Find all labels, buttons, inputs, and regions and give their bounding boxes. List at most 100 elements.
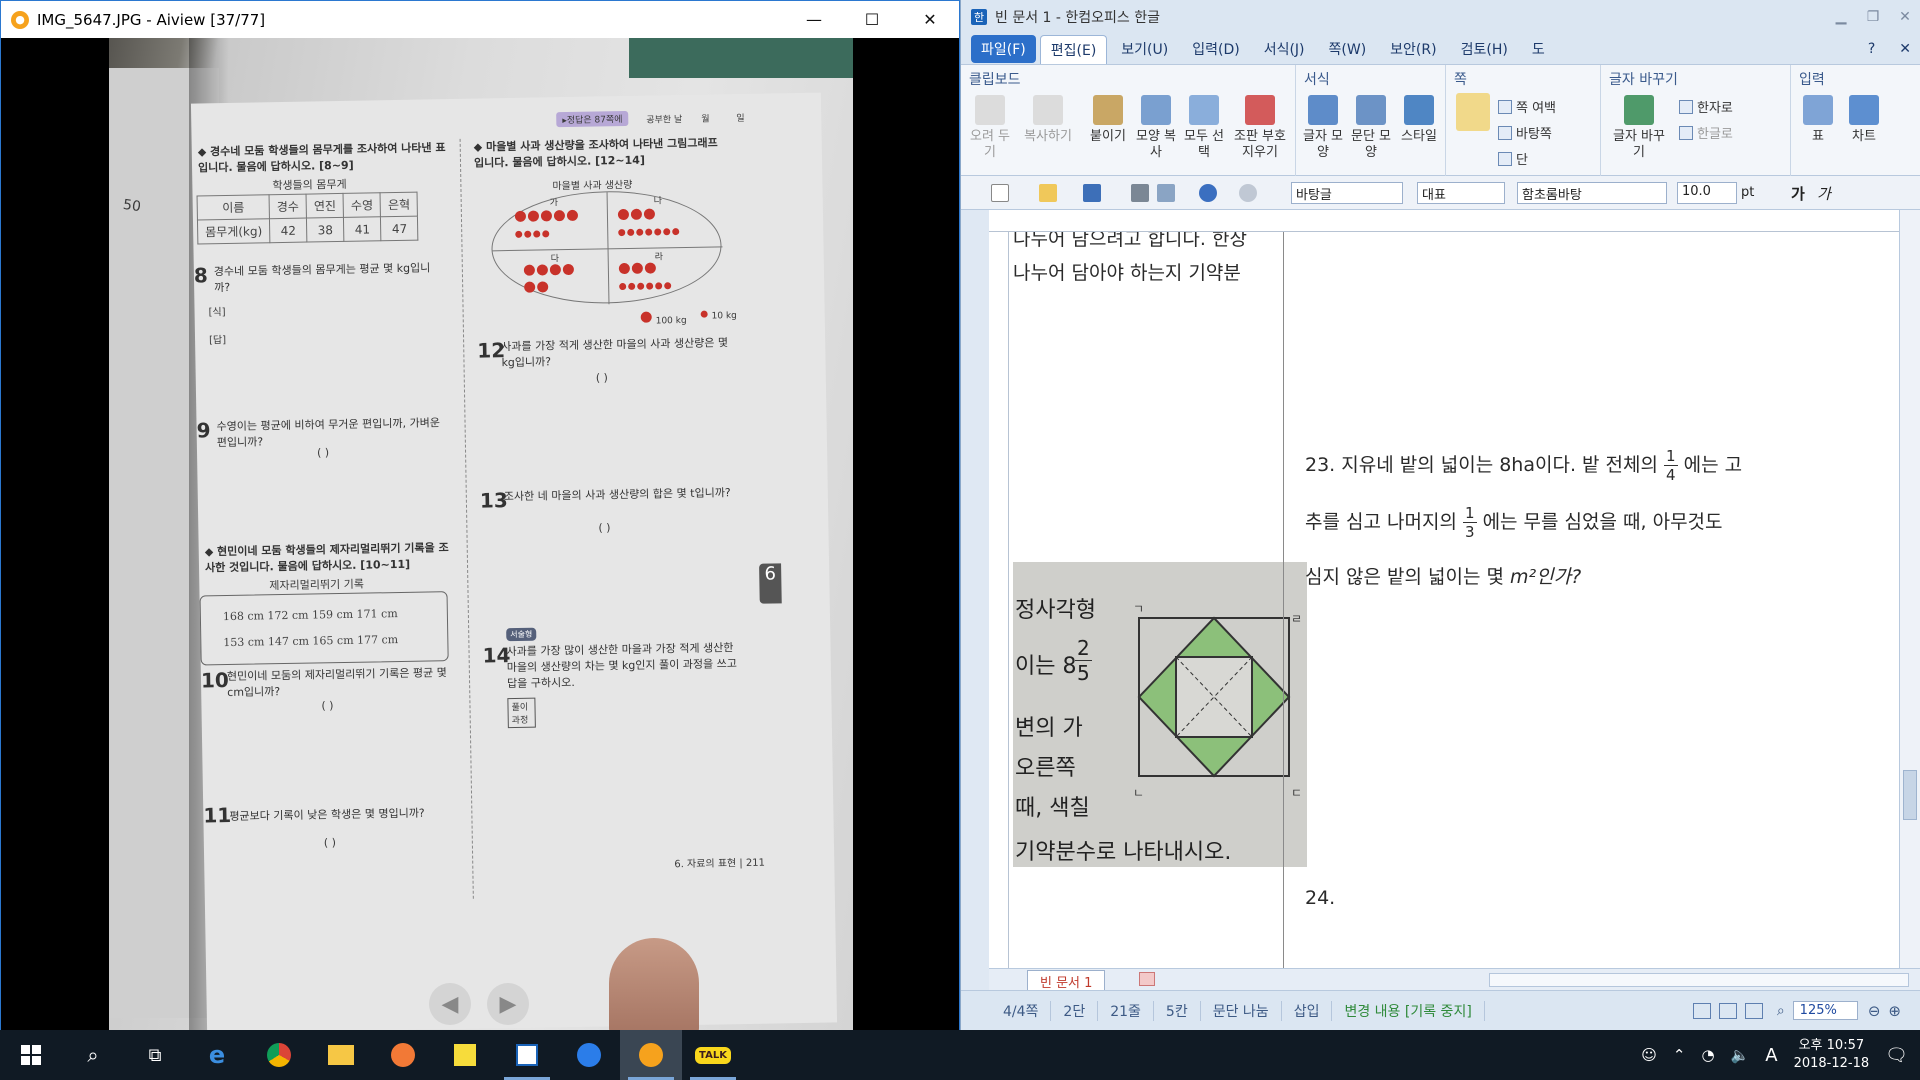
select-all-button[interactable]: 모두 선택	[1181, 95, 1227, 161]
ime-indicator[interactable]: A	[1765, 1045, 1777, 1066]
status-paragraph[interactable]: 문단 나눔	[1201, 1000, 1282, 1021]
vertical-scrollbar[interactable]	[1899, 210, 1920, 968]
master-page-button[interactable]: 바탕쪽	[1498, 123, 1552, 142]
notification-icon[interactable]: 🗨	[1885, 1045, 1908, 1066]
to-hangul-button[interactable]: 한글로	[1679, 123, 1733, 142]
redo-icon[interactable]	[1239, 184, 1257, 202]
to-hanja-button[interactable]: 한자로	[1679, 97, 1733, 116]
status-column[interactable]: 2단	[1051, 1000, 1099, 1021]
table-header-cell: 연진	[306, 193, 344, 219]
status-line[interactable]: 21줄	[1098, 1000, 1154, 1021]
people-icon[interactable]: ☺	[1641, 1046, 1657, 1064]
horizontal-scrollbar[interactable]	[1489, 973, 1909, 987]
chevron-up-icon[interactable]: ⌃	[1673, 1046, 1686, 1064]
zoom-out-icon[interactable]: ⊖	[1868, 1002, 1881, 1020]
page-layout-button[interactable]	[1450, 93, 1496, 135]
magnifier-icon[interactable]: ⌕	[1777, 1003, 1785, 1019]
menu-page[interactable]: 쪽(W)	[1319, 35, 1377, 63]
menu-file[interactable]: 파일(F)	[971, 35, 1036, 63]
prev-image-button[interactable]: ◀	[429, 983, 471, 1025]
chart-button[interactable]: 차트	[1841, 95, 1887, 145]
wifi-icon[interactable]: ◔	[1701, 1046, 1714, 1064]
preview-icon[interactable]	[1157, 184, 1175, 202]
menu-format[interactable]: 서식(J)	[1254, 35, 1315, 63]
style-select[interactable]: 바탕글	[1291, 182, 1403, 204]
chrome-button[interactable]	[248, 1030, 310, 1080]
menu-review[interactable]: 검토(H)	[1451, 35, 1518, 63]
question-11: 평균보다 기록이 낮은 학생은 몇 명입니까?	[229, 806, 425, 824]
zoom-in-icon[interactable]: ⊕	[1888, 1002, 1901, 1020]
copy-button[interactable]: 복사하기	[1017, 95, 1079, 145]
close-button[interactable]: ✕	[901, 1, 959, 38]
menu-edit[interactable]: 편집(E)	[1039, 34, 1108, 64]
volume-icon[interactable]: 🔈	[1731, 1046, 1750, 1064]
status-char[interactable]: 5칸	[1154, 1000, 1201, 1021]
scroll-thumb[interactable]	[1903, 770, 1917, 820]
view-mode-icon[interactable]	[1718, 1002, 1737, 1019]
italic-button[interactable]: 가	[1817, 183, 1831, 204]
eraser-icon	[1245, 95, 1275, 125]
view-mode-icon[interactable]	[1692, 1002, 1711, 1019]
vertical-ruler[interactable]	[989, 232, 1009, 968]
start-button[interactable]	[0, 1030, 62, 1080]
viewer-canvas[interactable]: 50 ▸정답은 87쪽에 공부한 날 월 일 ◆ 경수네 모둠 학생들의 몸무게…	[1, 38, 959, 1030]
undo-icon[interactable]	[1199, 184, 1217, 202]
status-insert-mode[interactable]: 삽입	[1282, 1000, 1333, 1021]
char-convert-button[interactable]: 글자 바꾸기	[1609, 95, 1669, 161]
print-icon[interactable]	[1131, 184, 1149, 202]
menu-security[interactable]: 보안(R)	[1380, 35, 1446, 63]
bold-button[interactable]: 가	[1791, 183, 1805, 204]
help-icon[interactable]: ?	[1858, 37, 1885, 61]
clear-codes-button[interactable]: 조판 부호 지우기	[1231, 95, 1289, 161]
minimize-button[interactable]: —	[785, 1, 843, 38]
hwp-taskbar-button[interactable]	[496, 1030, 558, 1080]
hwp-titlebar[interactable]: 한 빈 문서 1 - 한컴오피스 한글 ▁ ❐ ✕	[961, 0, 1920, 34]
columns-button[interactable]: 단	[1498, 149, 1528, 168]
close-doc-icon[interactable]: ✕	[1889, 37, 1920, 61]
sticky-notes-button[interactable]	[434, 1030, 496, 1080]
zoom-select[interactable]: 125%	[1792, 1001, 1858, 1020]
cut-button[interactable]: 오려 두기	[967, 95, 1013, 161]
maximize-button[interactable]: ☐	[843, 1, 901, 38]
new-doc-icon[interactable]	[991, 184, 1009, 202]
horizontal-ruler[interactable]	[989, 210, 1899, 232]
menu-view[interactable]: 보기(U)	[1111, 35, 1178, 63]
style-button[interactable]: 스타일	[1396, 95, 1442, 145]
document-area[interactable]: 나누어 담으려고 합니다. 한상 나누어 담아야 하는지 기약분 정사각형 이는…	[1009, 232, 1899, 968]
file-explorer-button[interactable]	[310, 1030, 372, 1080]
status-track-changes[interactable]: 변경 내용 [기록 중지]	[1332, 1000, 1485, 1021]
paste-button[interactable]: 붙이기	[1085, 95, 1131, 145]
edge-button[interactable]: e	[186, 1030, 248, 1080]
page-margin-button[interactable]: 쪽 여백	[1498, 97, 1556, 116]
menu-insert[interactable]: 입력(D)	[1182, 35, 1249, 63]
problem-23-line3: 심지 않은 밭의 넓이는 몇 m²인가?	[1305, 562, 1581, 589]
clock[interactable]: 오후 10:57 2018-12-18	[1794, 1037, 1870, 1073]
close-button[interactable]: ✕	[1889, 9, 1920, 25]
para-shape-button[interactable]: 문단 모양	[1348, 95, 1394, 161]
table-button[interactable]: 표	[1795, 95, 1841, 145]
menu-tools[interactable]: 도	[1522, 35, 1555, 63]
minimize-button[interactable]: ▁	[1825, 9, 1857, 25]
restore-button[interactable]: ❐	[1857, 9, 1889, 25]
new-tab-icon[interactable]	[1139, 972, 1155, 986]
document-tabs: 빈 문서 1	[989, 968, 1920, 993]
format-copy-button[interactable]: 모양 복사	[1133, 95, 1179, 161]
font-select[interactable]: 함초롬바탕	[1517, 182, 1667, 204]
language-select[interactable]: 대표	[1417, 182, 1505, 204]
view-mode-icon[interactable]	[1744, 1002, 1763, 1019]
bluetooth-app-button[interactable]	[558, 1030, 620, 1080]
status-page[interactable]: 4/4쪽	[991, 1000, 1052, 1021]
char-shape-button[interactable]: 글자 모양	[1300, 95, 1346, 161]
pen-app-button[interactable]	[372, 1030, 434, 1080]
open-folder-icon[interactable]	[1039, 184, 1057, 202]
font-size-input[interactable]: 10.0	[1677, 182, 1737, 204]
save-icon[interactable]	[1083, 184, 1101, 202]
search-button[interactable]: ⌕	[62, 1030, 124, 1080]
kakaotalk-button[interactable]: TALK	[682, 1030, 744, 1080]
pasted-scan-image[interactable]: 정사각형 이는 8 2 5 변의 가 오른쪽 때, 색칠 기약분수로 나타내시오…	[1013, 562, 1307, 867]
viewer-titlebar[interactable]: ● IMG_5647.JPG - Aiview [37/77] — ☐ ✕	[1, 1, 959, 38]
task-view-button[interactable]: ⧉	[124, 1030, 186, 1080]
aiview-taskbar-button[interactable]	[620, 1030, 682, 1080]
columns-icon	[1498, 151, 1512, 166]
next-image-button[interactable]: ▶	[487, 983, 529, 1025]
